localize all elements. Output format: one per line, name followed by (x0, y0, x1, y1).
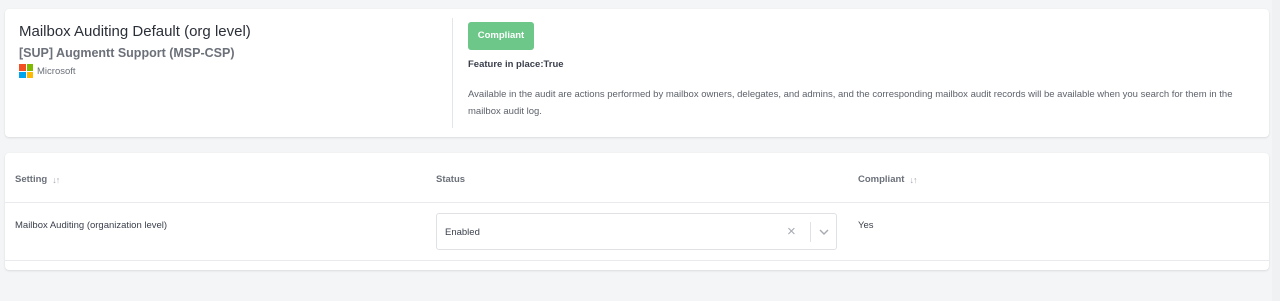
vendor-row: Microsoft (19, 64, 449, 78)
column-header-label: Status (436, 174, 466, 185)
column-header-setting[interactable]: Setting ↓↑ (15, 174, 60, 185)
sort-arrows-icon[interactable]: ↓↑ (52, 175, 60, 185)
vertical-divider (452, 18, 453, 128)
settings-table-card: Setting ↓↑ Status Compliant ↓↑ Mailbox A… (5, 153, 1269, 270)
sort-arrows-icon[interactable]: ↓↑ (909, 175, 917, 185)
policy-summary-card: Mailbox Auditing Default (org level) [SU… (5, 9, 1269, 137)
column-header-label: Setting (15, 174, 48, 185)
column-header-compliant[interactable]: Compliant ↓↑ (858, 174, 917, 185)
policy-header: Mailbox Auditing Default (org level) [SU… (19, 23, 449, 78)
microsoft-logo-icon (19, 64, 33, 78)
policy-description: Available in the audit are actions perfo… (468, 89, 1233, 117)
policy-details: Compliant Feature in place:True Availabl… (468, 22, 1258, 120)
column-header-label: Compliant (858, 174, 905, 185)
page-scrollbar[interactable] (1272, 0, 1280, 301)
table-header: Setting ↓↑ Status Compliant ↓↑ (5, 153, 1269, 203)
compliant-value: Yes (858, 220, 874, 231)
setting-name: Mailbox Auditing (organization level) (15, 220, 168, 231)
table-row: Mailbox Auditing (organization level) En… (5, 203, 1269, 261)
status-select[interactable]: Enabled × (436, 213, 837, 250)
status-select-value: Enabled (445, 227, 480, 238)
compliant-status-badge: Compliant (468, 22, 534, 50)
column-header-status: Status (436, 174, 465, 185)
policy-title: Mailbox Auditing Default (org level) (19, 23, 251, 40)
clear-x-icon[interactable]: × (787, 223, 796, 240)
select-separator (810, 222, 811, 242)
chevron-down-icon[interactable] (818, 226, 830, 238)
feature-in-place: Feature in place:True (468, 59, 564, 70)
tenant-name: [SUP] Augmentt Support (MSP-CSP) (19, 46, 235, 60)
vendor-name: Microsoft (37, 65, 76, 77)
